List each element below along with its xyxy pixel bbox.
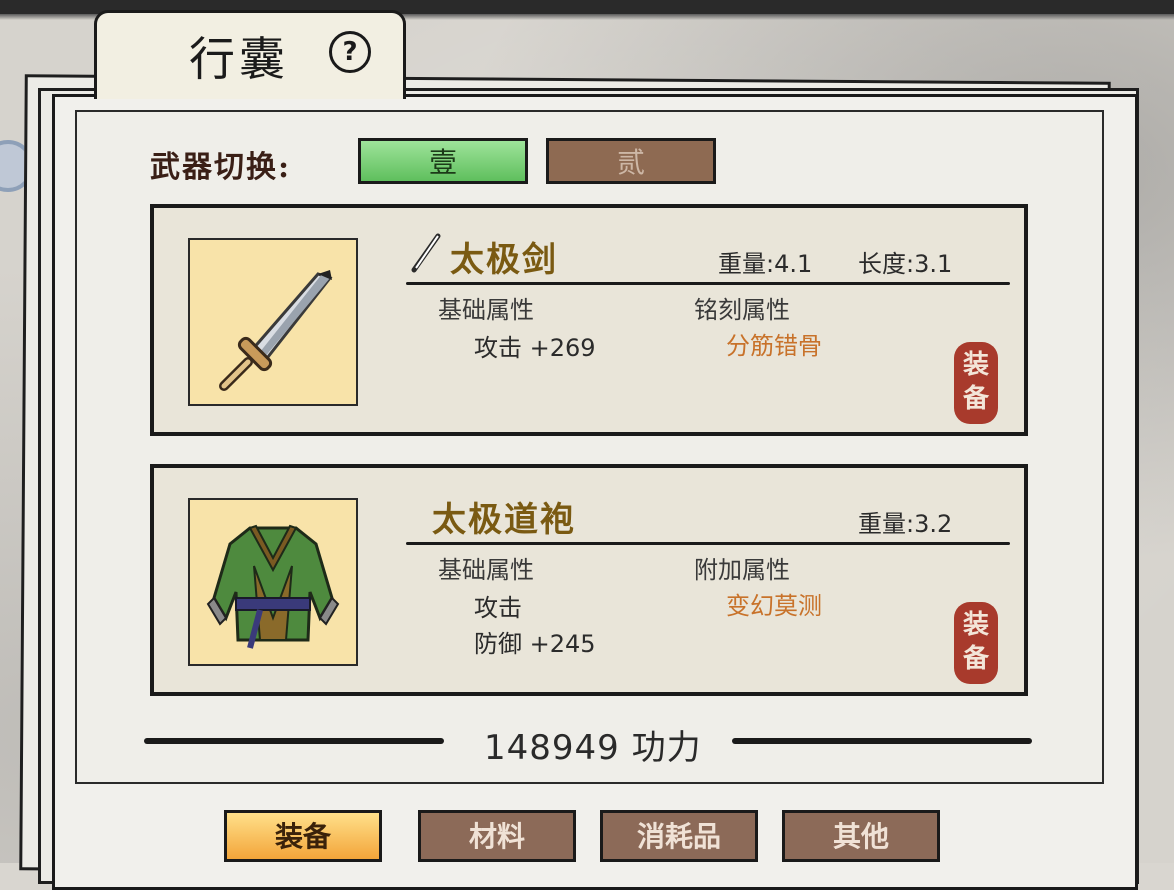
tab-materials[interactable]: 材料 <box>418 810 576 862</box>
weight-stat: 重量:4.1 <box>718 250 813 278</box>
tab-consumables[interactable]: 消耗品 <box>600 810 758 862</box>
equip-button[interactable]: 装 备 <box>954 342 998 424</box>
brush-divider-left <box>144 738 444 744</box>
attack-value: 攻击 +269 <box>474 334 596 362</box>
title-tab: 行囊 ? <box>94 10 406 99</box>
base-attributes-header: 基础属性 <box>438 556 534 584</box>
sword-image <box>188 238 358 406</box>
weapon-set-1-button[interactable]: 壹 <box>358 138 528 184</box>
item-card-armor[interactable]: 太极道袍 重量:3.2 基础属性 附加属性 攻击 防御 +245 变幻莫测 装 … <box>150 464 1028 696</box>
base-attributes-header: 基础属性 <box>438 296 534 324</box>
robe-image <box>188 498 358 666</box>
brush-divider-right <box>732 738 1032 744</box>
item-name: 太极剑 <box>450 240 558 280</box>
divider <box>406 542 1010 545</box>
weapon-switch-label: 武器切换: <box>150 150 292 185</box>
tab-equipment[interactable]: 装备 <box>224 810 382 862</box>
length-stat: 长度:3.1 <box>858 250 953 278</box>
inscription-attributes-header: 铭刻属性 <box>694 296 790 324</box>
bonus-value: 变幻莫测 <box>726 592 822 620</box>
equip-button[interactable]: 装 备 <box>954 602 998 684</box>
sword-icon <box>411 233 441 273</box>
attack-value: 攻击 <box>474 594 522 622</box>
weapon-set-2-button[interactable]: 贰 <box>546 138 716 184</box>
divider <box>406 282 1010 285</box>
tab-other[interactable]: 其他 <box>782 810 940 862</box>
item-card-weapon[interactable]: 太极剑 重量:4.1 长度:3.1 基础属性 铭刻属性 攻击 +269 分筋错骨… <box>150 204 1028 436</box>
question-circle-icon[interactable]: ? <box>329 31 371 73</box>
page-title: 行囊 <box>189 32 289 86</box>
weight-stat: 重量:3.2 <box>858 510 953 538</box>
item-name: 太极道袍 <box>432 500 576 540</box>
bonus-attributes-header: 附加属性 <box>694 556 790 584</box>
power-total: 148949 功力 <box>484 728 702 768</box>
defense-value: 防御 +245 <box>474 630 596 658</box>
inscription-value: 分筋错骨 <box>726 332 822 360</box>
